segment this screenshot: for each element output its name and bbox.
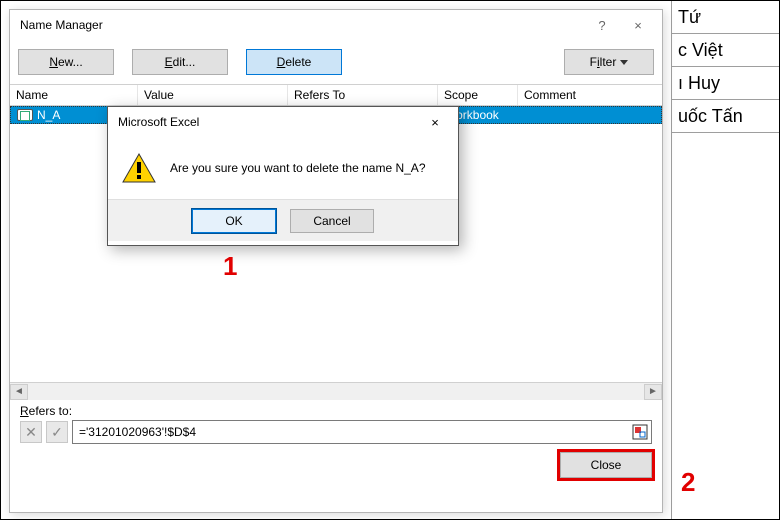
dialog-title: Name Manager <box>20 18 103 32</box>
filter-button[interactable]: FilterFilter <box>564 49 654 75</box>
horizontal-scrollbar[interactable]: ◄ ► <box>10 382 662 400</box>
cell-name: N_A <box>37 108 60 122</box>
annotation-1: 1 <box>223 251 237 282</box>
cancel-button[interactable]: Cancel <box>290 209 374 233</box>
close-button[interactable]: Close <box>560 452 652 478</box>
annotation-2: 2 <box>681 467 695 498</box>
msgbox-titlebar: Microsoft Excel × <box>108 107 458 137</box>
warning-icon <box>122 153 156 183</box>
accept-edit-icon[interactable]: ✓ <box>46 421 68 443</box>
spreadsheet-cell[interactable]: c Việt <box>672 34 779 67</box>
scroll-left-icon[interactable]: ◄ <box>10 384 28 400</box>
header-name[interactable]: Name <box>10 85 138 105</box>
msgbox-close-icon[interactable]: × <box>418 111 452 133</box>
titlebar: Name Manager ? × <box>10 10 662 40</box>
refers-to-label: Refers to:Refers to: <box>10 400 662 420</box>
spreadsheet-cell[interactable]: uốc Tấn <box>672 100 779 133</box>
spreadsheet-cell[interactable]: Tứ <box>672 1 779 34</box>
scroll-right-icon[interactable]: ► <box>644 384 662 400</box>
msgbox-text: Are you sure you want to delete the name… <box>170 161 426 175</box>
msgbox-title: Microsoft Excel <box>118 115 199 129</box>
header-scope[interactable]: Scope <box>438 85 518 105</box>
ok-button[interactable]: OK <box>192 209 276 233</box>
column-headers: Name Value Refers To Scope Comment <box>10 84 662 106</box>
header-refers-to[interactable]: Refers To <box>288 85 438 105</box>
help-button[interactable]: ? <box>584 13 620 37</box>
refers-to-row: ✕ ✓ ='31201020963'!$D$4 <box>10 420 662 452</box>
name-icon <box>17 109 33 121</box>
header-value[interactable]: Value <box>138 85 288 105</box>
close-icon[interactable]: × <box>620 13 656 37</box>
edit-button[interactable]: Edit...Edit... <box>132 49 228 75</box>
refers-to-input[interactable]: ='31201020963'!$D$4 <box>72 420 652 444</box>
spreadsheet-cell[interactable]: ı Huy <box>672 67 779 100</box>
new-button[interactable]: NNew...ew... <box>18 49 114 75</box>
range-picker-icon[interactable] <box>631 423 649 441</box>
confirm-delete-dialog: Microsoft Excel × Are you sure you want … <box>107 106 459 246</box>
name-manager-dialog: Name Manager ? × NNew...ew... Edit...Edi… <box>9 9 663 513</box>
spreadsheet-peek: Tứ c Việt ı Huy uốc Tấn <box>671 1 779 519</box>
chevron-down-icon <box>620 60 628 65</box>
toolbar: NNew...ew... Edit...Edit... DeleteDelete… <box>10 40 662 84</box>
delete-button[interactable]: DeleteDelete <box>246 49 342 75</box>
header-comment[interactable]: Comment <box>518 85 662 105</box>
cancel-edit-icon[interactable]: ✕ <box>20 421 42 443</box>
